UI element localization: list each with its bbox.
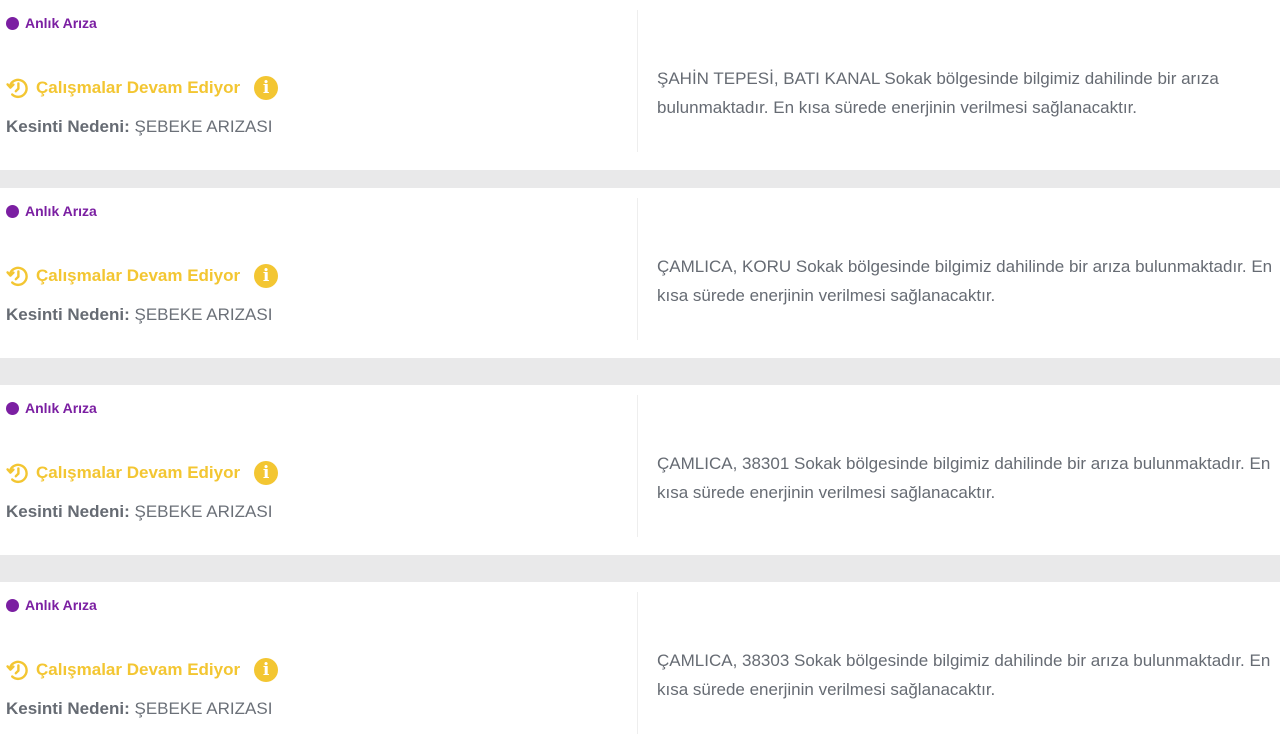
outage-type-label: Anlık Arıza — [25, 203, 97, 219]
reason-value: ŞEBEKE ARIZASI — [134, 117, 273, 136]
clock-progress-icon — [6, 78, 28, 99]
outage-reason: Kesinti Nedeni: ŞEBEKE ARIZASI — [6, 305, 272, 325]
outage-card: Anlık Arıza Çalışmalar Devam Ediyor i Ke… — [0, 582, 1280, 751]
clock-progress-icon — [6, 463, 28, 484]
clock-progress-icon — [6, 660, 28, 681]
outage-reason: Kesinti Nedeni: ŞEBEKE ARIZASI — [6, 117, 272, 137]
outage-description: ÇAMLICA, 38301 Sokak bölgesinde bilgimiz… — [657, 454, 1271, 502]
dot-icon — [6, 204, 19, 218]
outage-reason: Kesinti Nedeni: ŞEBEKE ARIZASI — [6, 699, 272, 719]
outage-type-badge: Anlık Arıza — [6, 400, 97, 416]
outage-reason: Kesinti Nedeni: ŞEBEKE ARIZASI — [6, 502, 272, 522]
column-divider — [637, 592, 638, 734]
reason-value: ŞEBEKE ARIZASI — [134, 502, 273, 521]
status-label: Çalışmalar Devam Ediyor — [36, 660, 241, 679]
reason-value: ŞEBEKE ARIZASI — [134, 699, 273, 718]
column-divider — [637, 10, 638, 152]
outage-description: ÇAMLICA, 38303 Sokak bölgesinde bilgimiz… — [657, 651, 1271, 699]
column-divider — [637, 198, 638, 340]
clock-progress-icon — [6, 266, 28, 287]
outage-list: Anlık Arıza Çalışmalar Devam Ediyor i Ke… — [0, 0, 1280, 751]
outage-type-label: Anlık Arıza — [25, 400, 97, 416]
status-label: Çalışmalar Devam Ediyor — [36, 266, 241, 285]
outage-type-label: Anlık Arıza — [25, 597, 97, 613]
reason-label: Kesinti Nedeni: — [6, 699, 130, 718]
info-icon[interactable]: i — [254, 461, 279, 485]
status-label: Çalışmalar Devam Ediyor — [36, 463, 241, 482]
dot-icon — [6, 598, 19, 612]
status-label: Çalışmalar Devam Ediyor — [36, 78, 241, 97]
outage-card: Anlık Arıza Çalışmalar Devam Ediyor i Ke… — [0, 385, 1280, 555]
reason-value: ŞEBEKE ARIZASI — [134, 305, 273, 324]
outage-type-label: Anlık Arıza — [25, 15, 97, 31]
reason-label: Kesinti Nedeni: — [6, 117, 130, 136]
reason-label: Kesinti Nedeni: — [6, 502, 130, 521]
outage-description: ŞAHİN TEPESİ, BATI KANAL Sokak bölgesind… — [657, 69, 1219, 117]
status-row: Çalışmalar Devam Ediyor i — [6, 658, 279, 682]
dot-icon — [6, 401, 19, 415]
outage-description: ÇAMLICA, KORU Sokak bölgesinde bilgimiz … — [657, 257, 1273, 305]
status-row: Çalışmalar Devam Ediyor i — [6, 461, 279, 485]
outage-type-badge: Anlık Arıza — [6, 597, 97, 613]
status-row: Çalışmalar Devam Ediyor i — [6, 76, 279, 100]
reason-label: Kesinti Nedeni: — [6, 305, 130, 324]
outage-card: Anlık Arıza Çalışmalar Devam Ediyor i Ke… — [0, 0, 1280, 170]
dot-icon — [6, 16, 19, 30]
outage-type-badge: Anlık Arıza — [6, 203, 97, 219]
outage-card: Anlık Arıza Çalışmalar Devam Ediyor i Ke… — [0, 188, 1280, 358]
info-icon[interactable]: i — [254, 264, 279, 288]
column-divider — [637, 395, 638, 537]
info-icon[interactable]: i — [254, 76, 279, 100]
info-icon[interactable]: i — [254, 658, 279, 682]
outage-type-badge: Anlık Arıza — [6, 15, 97, 31]
status-row: Çalışmalar Devam Ediyor i — [6, 264, 279, 288]
